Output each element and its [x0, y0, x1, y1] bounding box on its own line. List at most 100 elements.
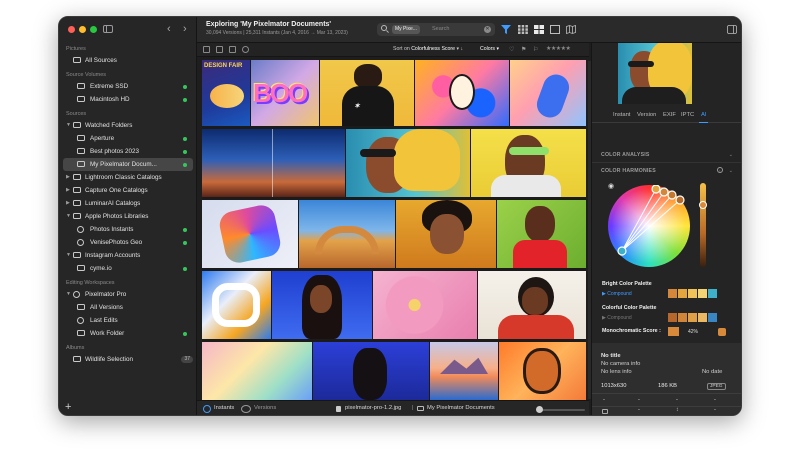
sidebar-item-best-photos-2023[interactable]: Best photos 2023: [59, 145, 197, 158]
heart-icon[interactable]: ♡: [509, 46, 514, 53]
instants-radio-icon[interactable]: [203, 405, 211, 413]
tab-iptc[interactable]: IPTC: [681, 112, 694, 118]
chevron-right-icon[interactable]: ▶: [66, 184, 70, 197]
thumbnail-size-slider[interactable]: [536, 406, 585, 413]
chevron-right-icon[interactable]: ▶: [66, 171, 70, 184]
brightness-slider[interactable]: [699, 183, 707, 267]
chevron-down-icon[interactable]: ▼: [66, 288, 71, 301]
sidebar-item-watched-folders[interactable]: ▼ Watched Folders: [59, 119, 197, 132]
palette-swatch[interactable]: [688, 289, 697, 298]
tab-instant[interactable]: Instant: [613, 112, 630, 118]
color-wheel[interactable]: [608, 185, 690, 267]
forward-chevron-icon[interactable]: ›: [183, 23, 187, 35]
instants-toggle[interactable]: Instants: [214, 405, 234, 411]
info-icon[interactable]: i: [717, 167, 723, 173]
sidebar-item-aperture[interactable]: Aperture: [59, 132, 197, 145]
clear-search-icon[interactable]: ✕: [484, 26, 491, 33]
person-icon[interactable]: [242, 46, 249, 53]
sidebar-item-instagram-accounts[interactable]: ▼ Instagram Accounts: [59, 249, 197, 262]
chevron-down-icon[interactable]: ▼: [66, 210, 71, 223]
slider-knob[interactable]: [699, 201, 707, 209]
colors-filter[interactable]: Colors ▾: [480, 46, 499, 52]
sidebar-toggle-icon[interactable]: [103, 25, 113, 33]
photo-thumbnail[interactable]: [272, 271, 372, 339]
color-harmonies-header[interactable]: COLOR HARMONIES: [601, 168, 656, 174]
sidebar-item-work-folder[interactable]: Work Folder: [59, 327, 197, 340]
versions-toggle-icon[interactable]: [241, 405, 251, 413]
slider-knob[interactable]: [536, 406, 544, 413]
sidebar-item-lightroom-catalogs[interactable]: ▶ Lightroom Classic Catalogs: [59, 171, 197, 184]
sidebar-item-last-edits[interactable]: Last Edits: [59, 314, 197, 327]
palette-swatch[interactable]: [698, 313, 707, 322]
palette-swatch[interactable]: [678, 289, 687, 298]
import-icon[interactable]: [203, 46, 210, 53]
photo-thumbnail[interactable]: [471, 129, 586, 197]
sidebar-item-venisephotos-geo[interactable]: VenisePhotos Geo: [59, 236, 197, 249]
grid-view-large-icon[interactable]: [534, 25, 544, 34]
color-analysis-header[interactable]: COLOR ANALYSIS: [601, 152, 650, 158]
sidebar-item-pixelmator-pro[interactable]: ▼ Pixelmator Pro: [59, 288, 197, 301]
tag-icon[interactable]: [229, 46, 236, 53]
photo-thumbnail[interactable]: BOO: [251, 60, 319, 126]
sidebar-item-photos-instants[interactable]: Photos Instants: [59, 223, 197, 236]
export-icon[interactable]: [216, 46, 223, 53]
single-view-icon[interactable]: [550, 25, 560, 34]
grid-view-small-icon[interactable]: [518, 25, 528, 34]
chevron-down-icon[interactable]: ⌄: [729, 152, 733, 158]
zoom-window-button[interactable]: [90, 26, 97, 33]
photo-thumbnail[interactable]: [373, 271, 477, 339]
rating-filter[interactable]: ★★★★★: [546, 45, 571, 52]
chevron-down-icon[interactable]: ▼: [66, 249, 71, 262]
sidebar-item-apple-photos-libraries[interactable]: ▼ Apple Photos Libraries: [59, 210, 197, 223]
current-location[interactable]: My Pixelmator Documents: [427, 405, 495, 411]
tab-exif[interactable]: EXIF: [663, 112, 676, 118]
photo-thumbnail[interactable]: [430, 342, 498, 400]
palette-swatch[interactable]: [708, 313, 717, 322]
search-input[interactable]: Search: [432, 26, 449, 32]
sidebar-item-wildlife-selection[interactable]: Wildlife Selection 37: [59, 353, 197, 366]
inspector-toggle-icon[interactable]: [727, 25, 737, 34]
flag-icon[interactable]: ⚑: [521, 46, 526, 53]
photo-thumbnail[interactable]: [396, 200, 496, 268]
reject-flag-icon[interactable]: ⚐: [533, 46, 538, 53]
palette-swatch[interactable]: [708, 289, 717, 298]
add-source-button[interactable]: +: [65, 401, 71, 413]
sidebar-item-luminar-catalogs[interactable]: ▶ LuminarAI Catalogs: [59, 197, 197, 210]
tab-ai[interactable]: AI: [698, 112, 710, 123]
tab-version[interactable]: Version: [637, 112, 656, 118]
photo-thumbnail[interactable]: [478, 271, 586, 339]
sidebar-item-extreme-ssd[interactable]: Extreme SSD: [59, 80, 197, 93]
photo-thumbnail[interactable]: [202, 200, 298, 268]
photo-thumbnail[interactable]: [415, 60, 509, 126]
back-chevron-icon[interactable]: ‹: [167, 23, 171, 35]
map-view-icon[interactable]: [566, 25, 576, 34]
filter-icon[interactable]: [501, 25, 511, 34]
photo-thumbnail[interactable]: [202, 342, 312, 400]
chevron-right-icon[interactable]: ▶: [66, 197, 70, 210]
sidebar-item-macintosh-hd[interactable]: Macintosh HD: [59, 93, 197, 106]
photo-thumbnail[interactable]: [499, 342, 586, 400]
versions-toggle[interactable]: Versions: [254, 405, 276, 411]
photo-thumbnail[interactable]: [510, 60, 586, 126]
minimize-window-button[interactable]: [79, 26, 86, 33]
sidebar-item-all-versions[interactable]: All Versions: [59, 301, 197, 314]
palette-type[interactable]: ▶ Compound: [602, 315, 632, 321]
photo-thumbnail[interactable]: ✶: [320, 60, 414, 126]
sidebar-item-all-sources[interactable]: All Sources: [59, 54, 197, 67]
palette-swatch[interactable]: [678, 313, 687, 322]
sidebar-item-cyme-io[interactable]: cyme.io: [59, 262, 197, 275]
sort-control[interactable]: Sort on Colorfulness Score ▾ ↓: [393, 46, 463, 52]
photo-thumbnail[interactable]: [346, 129, 470, 197]
search-scope-token[interactable]: My Pixe...: [392, 25, 420, 34]
palette-swatch[interactable]: [668, 313, 677, 322]
chevron-down-icon[interactable]: ⌄: [729, 168, 733, 174]
palette-swatch[interactable]: [698, 289, 707, 298]
photo-thumbnail[interactable]: [313, 342, 429, 400]
palette-swatch[interactable]: [688, 313, 697, 322]
photo-thumbnail[interactable]: DESIGN FAIR: [202, 60, 250, 126]
photo-thumbnail[interactable]: [497, 200, 586, 268]
sidebar-item-capture-one-catalogs[interactable]: ▶ Capture One Catalogs: [59, 184, 197, 197]
photo-thumbnail[interactable]: [202, 129, 345, 197]
palette-swatch[interactable]: [668, 289, 677, 298]
chevron-down-icon[interactable]: ▼: [66, 119, 71, 132]
